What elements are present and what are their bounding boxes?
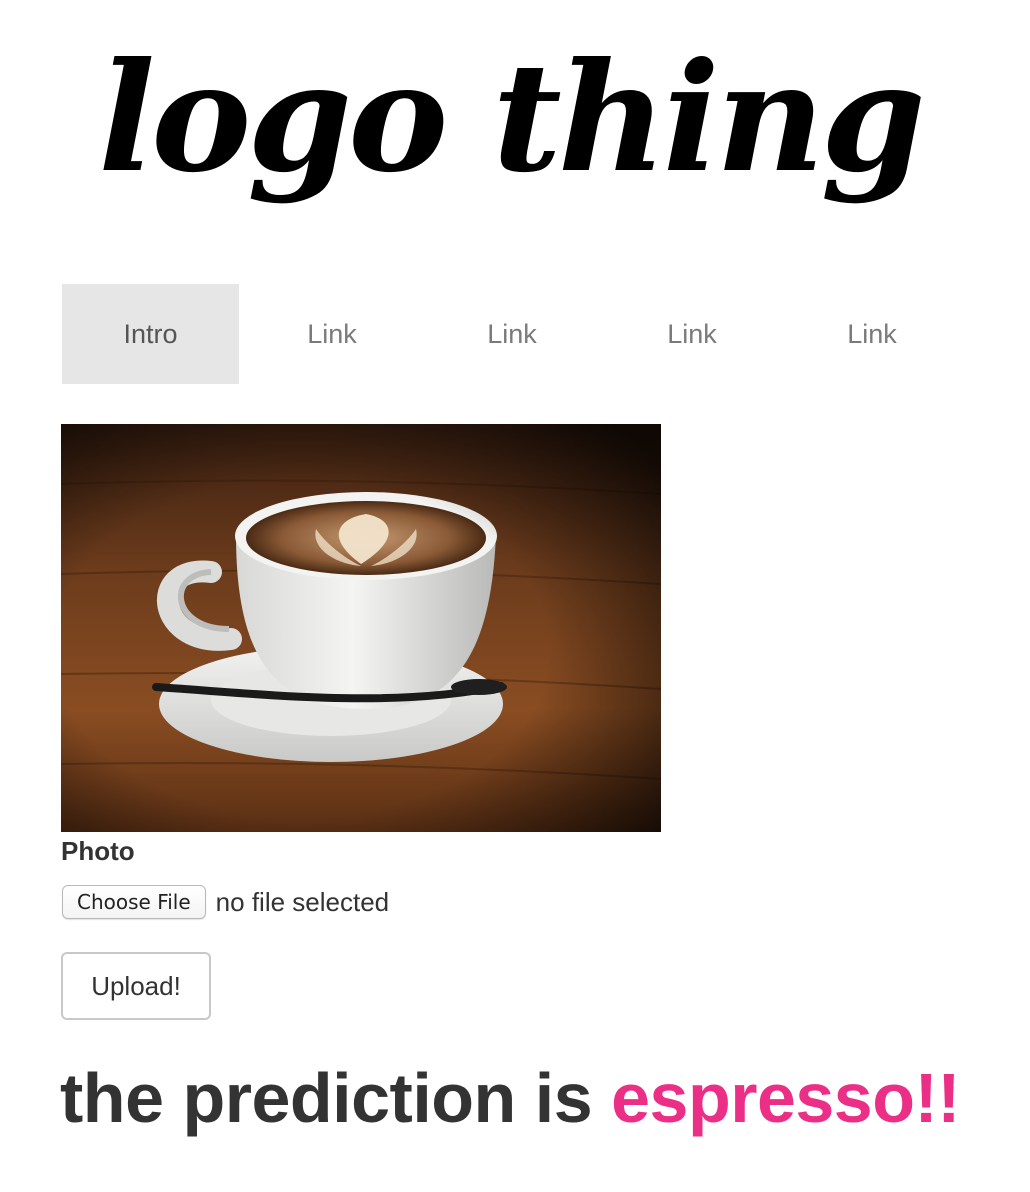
nav-item-link-1[interactable]: Link [242, 284, 422, 384]
file-input: Choose File no file selected [62, 884, 389, 920]
upload-button[interactable]: Upload! [61, 952, 211, 1020]
coffee-photo [61, 424, 661, 832]
prediction-prefix: the prediction is [60, 1059, 612, 1137]
prediction-value: espresso!! [611, 1059, 961, 1137]
main-nav: Intro Link Link Link Link [62, 284, 962, 384]
logo-text: logo thing [98, 30, 921, 206]
nav-item-link-2[interactable]: Link [422, 284, 602, 384]
file-status-text: no file selected [215, 886, 390, 917]
nav-item-link-4[interactable]: Link [782, 284, 962, 384]
photo-label: Photo [61, 836, 135, 866]
nav-item-link-3[interactable]: Link [602, 284, 782, 384]
nav-item-intro[interactable]: Intro [62, 284, 239, 384]
choose-file-button[interactable]: Choose File [62, 885, 206, 919]
site-logo: logo thing [0, 0, 1030, 270]
prediction-result: the prediction is espresso!! [60, 1058, 961, 1138]
